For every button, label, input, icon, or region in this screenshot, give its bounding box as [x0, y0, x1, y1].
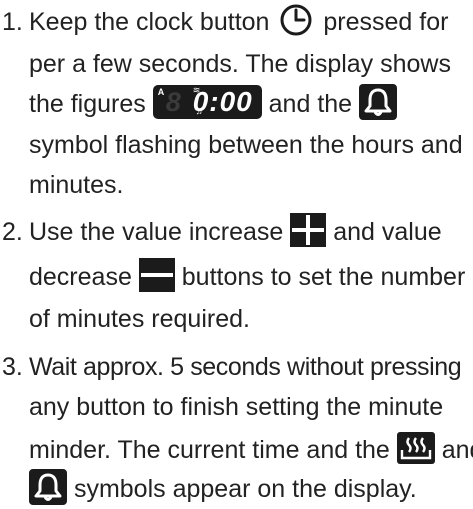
- step-text: Keep the clock button: [29, 8, 270, 36]
- step-2-line-2: decrease buttons to set the number: [29, 257, 465, 297]
- step-1-line-4: symbol flashing between the hours and: [29, 131, 463, 159]
- step-3-line-3: minder. The current time and the and: [29, 430, 473, 470]
- step-number: 1.: [2, 8, 23, 36]
- step-1-line-3: the figures A 8 ≋ ♫ 0:00 and the: [29, 84, 398, 124]
- step-text: and the: [268, 90, 353, 118]
- step-text: minder. The current time and the: [29, 436, 390, 464]
- clock-icon: [276, 2, 316, 38]
- step-text: buttons to set the number: [181, 263, 466, 291]
- step-1-line-2: per a few seconds. The display shows: [29, 50, 451, 78]
- display-icon: A 8 ≋ ♫ 0:00: [152, 85, 262, 120]
- heat-icon: [396, 432, 435, 465]
- step-text: symbols appear on the display.: [73, 475, 417, 503]
- display-dim-digit: 8: [165, 87, 181, 118]
- step-text: decrease: [29, 263, 132, 291]
- minus-icon: [138, 258, 175, 293]
- step-2-line-3: of minutes required.: [29, 305, 250, 333]
- step-3-line-2: any button to finish setting the minute: [29, 393, 444, 421]
- step-text: Use the value increase: [29, 218, 284, 246]
- display-digits: 0:00: [192, 86, 253, 118]
- step-1-line-1: Keep the clock button pressed for: [29, 2, 448, 42]
- step-text: the figures: [29, 90, 146, 118]
- bell-icon: [29, 469, 67, 506]
- step-2-line-1: Use the value increase and value: [29, 212, 442, 252]
- step-text: pressed for: [323, 8, 449, 36]
- step-text: and: [441, 436, 473, 464]
- step-1-line-5: minutes.: [29, 171, 124, 199]
- bell-icon: [359, 84, 398, 121]
- step-number: 2.: [2, 218, 23, 246]
- step-3-line-4: symbols appear on the display.: [29, 469, 417, 509]
- step-number: 3.: [2, 353, 23, 381]
- step-3-line-1: Wait approx. 5 seconds without pressing: [29, 353, 462, 381]
- display-indicator: A: [157, 87, 165, 98]
- plus-icon: [290, 213, 327, 248]
- step-text: and value: [333, 218, 442, 246]
